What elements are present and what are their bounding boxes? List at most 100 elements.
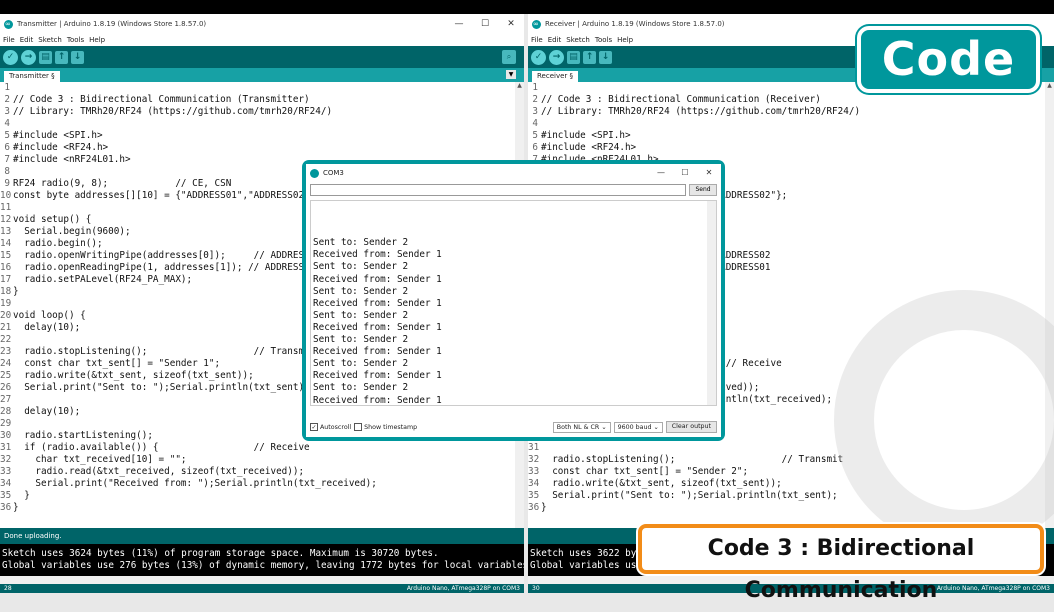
serial-output: Sent to: Sender 2 Received from: Sender 1… bbox=[310, 200, 717, 406]
minimize-button[interactable]: — bbox=[649, 164, 673, 182]
autoscroll-checkbox[interactable]: ✓ Autoscroll bbox=[310, 423, 351, 431]
upload-button[interactable]: → bbox=[21, 49, 36, 65]
verify-button[interactable]: ✓ bbox=[3, 49, 18, 65]
arduino-icon bbox=[532, 19, 541, 29]
console-line: Global variables use 276 bytes (13%) of … bbox=[2, 560, 524, 571]
line-number: 17 bbox=[0, 274, 12, 285]
code-line: 6 #include <RF24.h> bbox=[0, 142, 524, 154]
serial-line: Sent to: Sender 2 bbox=[313, 309, 409, 321]
window-title: Transmitter | Arduino 1.8.19 (Windows St… bbox=[17, 20, 207, 28]
new-button[interactable]: ▤ bbox=[567, 50, 580, 64]
serial-monitor-window: COM3 — ☐ ✕ Send Sent to: Sender 2 Receive… bbox=[302, 160, 725, 441]
code-text: } bbox=[13, 286, 19, 297]
line-number: 30 bbox=[0, 430, 12, 441]
menu-tools[interactable]: Tools bbox=[67, 36, 84, 44]
send-button[interactable]: Send bbox=[689, 184, 717, 196]
close-button[interactable]: ✕ bbox=[498, 14, 524, 34]
line-number: 29 bbox=[0, 418, 12, 429]
code-line: 3// Library: TMRh20/RF24 (https://github… bbox=[0, 106, 524, 118]
serial-line: Sent to: Sender 2 bbox=[313, 358, 409, 370]
code-line: 32 radio.stopListening(); // Transmit bbox=[528, 454, 1054, 466]
console-line: Sketch uses 3624 bytes (11%) of program … bbox=[2, 548, 439, 559]
line-number: 32 bbox=[0, 454, 12, 465]
line-number: 7 bbox=[4, 154, 10, 165]
menu-bar: File Edit Sketch Tools Help bbox=[0, 34, 524, 46]
baud-value: 9600 baud bbox=[617, 423, 652, 431]
line-number: 3 bbox=[532, 106, 538, 117]
code-text: char txt_received[10] = ""; bbox=[13, 454, 187, 465]
line-number: 5 bbox=[4, 130, 10, 141]
code-text: #include <RF24.h> bbox=[13, 142, 109, 153]
line-number: 26 bbox=[0, 382, 12, 393]
code-text: } bbox=[13, 502, 19, 513]
maximize-button[interactable]: ☐ bbox=[472, 14, 498, 34]
serial-input[interactable] bbox=[310, 184, 686, 196]
code-text: delay(10); bbox=[13, 322, 81, 333]
arduino-icon bbox=[4, 19, 13, 29]
line-number: 15 bbox=[0, 250, 12, 261]
line-number: 27 bbox=[0, 394, 12, 405]
open-button[interactable]: ↑ bbox=[55, 50, 68, 64]
line-number: 3 bbox=[4, 106, 10, 117]
line-ending-select[interactable]: Both NL & CR ⌄ bbox=[552, 421, 611, 433]
line-number: 19 bbox=[0, 298, 12, 309]
code-text: radio.openWritingPipe(addresses[0]); // … bbox=[13, 250, 321, 261]
transmitter-titlebar: Transmitter | Arduino 1.8.19 (Windows St… bbox=[0, 14, 524, 34]
code-line: 4 bbox=[528, 118, 1054, 130]
code-text: // Library: TMRh20/RF24 (https://github.… bbox=[541, 106, 861, 117]
clear-output-button[interactable]: Clear output bbox=[665, 421, 717, 433]
line-number: 24 bbox=[0, 358, 12, 369]
code-text: const char txt_sent[] = "Sender 2"; bbox=[541, 466, 749, 477]
verify-button[interactable]: ✓ bbox=[531, 49, 546, 65]
minimize-button[interactable]: — bbox=[446, 14, 472, 34]
tab-menu-button[interactable]: ▼ bbox=[506, 70, 516, 79]
close-button[interactable]: ✕ bbox=[697, 164, 721, 182]
line-number: 28 bbox=[4, 585, 12, 592]
line-number: 14 bbox=[0, 238, 12, 249]
tab-receiver[interactable]: Receiver § bbox=[532, 71, 579, 82]
footer-bar: 28 Arduino Nano, ATmega328P on COM3 bbox=[0, 584, 524, 593]
menu-help[interactable]: Help bbox=[617, 36, 633, 44]
line-number: 31 bbox=[0, 442, 12, 453]
serial-line: Sent to: Sender 2 bbox=[313, 285, 409, 297]
code-text: delay(10); bbox=[13, 406, 81, 417]
code-text: // Code 3 : Bidirectional Communication … bbox=[541, 94, 821, 105]
code-line: 36} bbox=[528, 502, 1054, 514]
serial-monitor-button[interactable]: ⌕ bbox=[502, 50, 516, 64]
horizontal-scrollbar[interactable] bbox=[0, 576, 524, 584]
code-text: #include <RF24.h> bbox=[541, 142, 637, 153]
code-line: 4 bbox=[0, 118, 524, 130]
menu-sketch[interactable]: Sketch bbox=[566, 36, 590, 44]
line-number: 34 bbox=[528, 478, 540, 489]
code-text: radio.begin(); bbox=[13, 238, 103, 249]
line-number: 11 bbox=[0, 202, 12, 213]
save-button[interactable]: ↓ bbox=[599, 50, 612, 64]
open-button[interactable]: ↑ bbox=[583, 50, 596, 64]
code-text: const byte addresses[][10] = {"ADDRESS01… bbox=[13, 190, 321, 201]
status-bar: Done uploading. bbox=[0, 528, 524, 544]
line-number: 4 bbox=[4, 118, 10, 129]
line-number: 10 bbox=[0, 190, 12, 201]
upload-button[interactable]: → bbox=[549, 49, 564, 65]
menu-file[interactable]: File bbox=[3, 36, 15, 44]
line-number: 32 bbox=[528, 454, 540, 465]
timestamp-checkbox[interactable]: Show timestamp bbox=[354, 423, 417, 431]
menu-help[interactable]: Help bbox=[89, 36, 105, 44]
menu-sketch[interactable]: Sketch bbox=[38, 36, 62, 44]
menu-edit[interactable]: Edit bbox=[548, 36, 562, 44]
line-number: 2 bbox=[532, 94, 538, 105]
maximize-button[interactable]: ☐ bbox=[673, 164, 697, 182]
save-button[interactable]: ↓ bbox=[71, 50, 84, 64]
line-number: 16 bbox=[0, 262, 12, 273]
console-output: Sketch uses 3624 bytes (11%) of program … bbox=[0, 544, 524, 584]
vertical-scrollbar[interactable] bbox=[707, 201, 716, 405]
menu-edit[interactable]: Edit bbox=[20, 36, 34, 44]
code-line: 33 radio.read(&txt_received, sizeof(txt_… bbox=[0, 466, 524, 478]
tab-transmitter[interactable]: Transmitter § bbox=[4, 71, 60, 82]
vertical-scrollbar[interactable]: ▲ bbox=[1045, 82, 1054, 528]
new-button[interactable]: ▤ bbox=[39, 50, 52, 64]
code-line: 35 } bbox=[0, 490, 524, 502]
baud-select[interactable]: 9600 baud ⌄ bbox=[613, 421, 663, 433]
menu-tools[interactable]: Tools bbox=[595, 36, 612, 44]
menu-file[interactable]: File bbox=[531, 36, 543, 44]
